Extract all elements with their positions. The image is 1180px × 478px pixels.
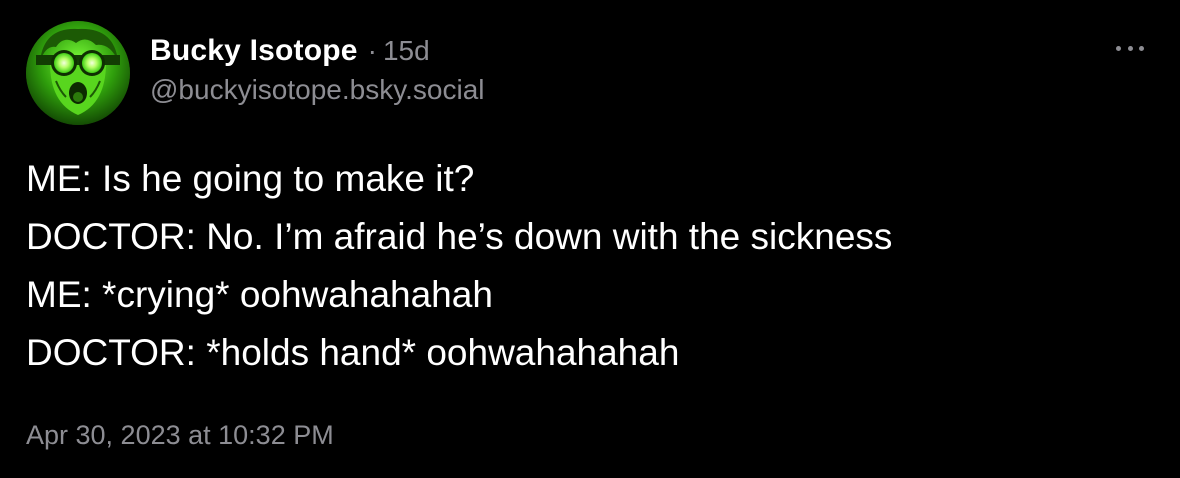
author-handle[interactable]: @buckyisotope.bsky.social bbox=[150, 74, 485, 106]
more-options-icon[interactable] bbox=[1116, 38, 1144, 58]
post-line: ME: Is he going to make it? bbox=[26, 158, 475, 199]
post-line: DOCTOR: *holds hand* oohwahahahah bbox=[26, 332, 680, 373]
post-age[interactable]: 15d bbox=[383, 35, 430, 67]
avatar[interactable] bbox=[26, 21, 130, 125]
separator-dot: · bbox=[367, 35, 377, 66]
glowing-goggles-face-icon bbox=[26, 21, 130, 125]
post-line: ME: *crying* oohwahahahah bbox=[26, 274, 493, 315]
display-name[interactable]: Bucky Isotope bbox=[150, 34, 358, 68]
post-timestamp: Apr 30, 2023 at 10:32 PM bbox=[26, 420, 334, 450]
post-card: Bucky Isotope · 15d @buckyisotope.bsky.s… bbox=[0, 0, 1180, 478]
post-body: ME: Is he going to make it? DOCTOR: No. … bbox=[26, 150, 1146, 382]
menu-dot bbox=[1139, 45, 1144, 51]
menu-dot bbox=[1127, 45, 1133, 51]
name-row: Bucky Isotope · 15d bbox=[150, 34, 485, 68]
menu-dot bbox=[1116, 45, 1121, 51]
post-line: DOCTOR: No. I’m afraid he’s down with th… bbox=[26, 216, 893, 257]
post-header: Bucky Isotope · 15d @buckyisotope.bsky.s… bbox=[150, 34, 485, 114]
